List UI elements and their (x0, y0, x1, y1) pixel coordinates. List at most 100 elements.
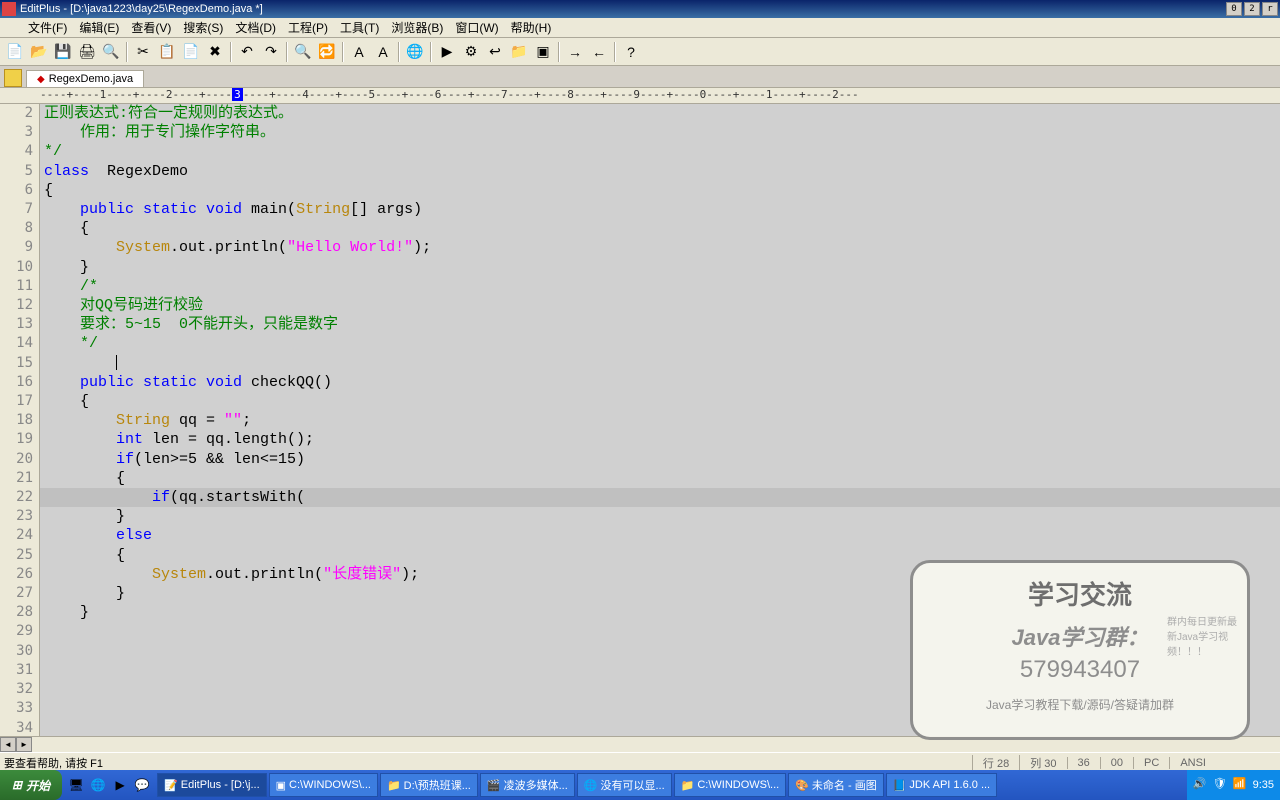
ql-browser-icon[interactable]: 🌐 (88, 774, 108, 796)
menu-工程P[interactable]: 工程(P) (282, 17, 334, 38)
menu-文档D[interactable]: 文档(D) (229, 17, 282, 38)
taskbar-item[interactable]: ▣C:\WINDOWS\... (269, 773, 378, 797)
code-line[interactable]: } (40, 584, 1280, 603)
compile-icon[interactable]: ⚙ (460, 41, 482, 63)
menu-搜索S[interactable]: 搜索(S) (177, 17, 229, 38)
browser-icon[interactable]: 🌐 (404, 41, 426, 63)
font-italic-icon[interactable]: A (372, 41, 394, 63)
delete-icon[interactable]: ✖ (204, 41, 226, 63)
code-line[interactable]: 正则表达式:符合一定规则的表达式。 (40, 104, 1280, 123)
find-icon[interactable]: 🔍 (292, 41, 314, 63)
restore-button[interactable]: 2 (1244, 2, 1260, 16)
code-line[interactable]: int len = qq.length(); (40, 430, 1280, 449)
open-icon[interactable]: 📂 (28, 41, 50, 63)
code-line[interactable]: if(qq.startsWith( (40, 488, 1280, 507)
save-icon[interactable]: 💾 (52, 41, 74, 63)
code-area[interactable]: 正则表达式:符合一定规则的表达式。 作用：用于专门操作字符串。*/class R… (40, 104, 1280, 736)
file-tab[interactable]: ◆ RegexDemo.java (26, 70, 144, 87)
start-button[interactable]: ⊞ 开始 (0, 770, 62, 800)
paste-icon[interactable]: 📄 (180, 41, 202, 63)
task-icon: ▣ (276, 779, 286, 792)
minimize-button[interactable]: 0 (1226, 2, 1242, 16)
line-number: 8 (0, 219, 33, 238)
cut-icon[interactable]: ✂ (132, 41, 154, 63)
font-bold-icon[interactable]: A (348, 41, 370, 63)
menu-窗口W[interactable]: 窗口(W) (449, 17, 504, 38)
ql-desktop-icon[interactable]: 🖥 (66, 774, 86, 796)
taskbar-item[interactable]: 🎬凌波多媒体... (480, 773, 575, 797)
ql-chat-icon[interactable]: 💬 (132, 774, 152, 796)
tray-shield-icon[interactable]: 🛡 (1213, 777, 1229, 793)
code-line[interactable]: { (40, 392, 1280, 411)
preview-icon[interactable]: 🔍 (100, 41, 122, 63)
line-number: 13 (0, 315, 33, 334)
taskbar-item[interactable]: 📘JDK API 1.6.0 ... (886, 773, 997, 797)
word-wrap-icon[interactable]: ↩ (484, 41, 506, 63)
tray-volume-icon[interactable]: 🔊 (1193, 777, 1209, 793)
code-line[interactable]: String qq = ""; (40, 411, 1280, 430)
code-line[interactable]: /* (40, 277, 1280, 296)
line-number: 18 (0, 411, 33, 430)
close-button[interactable]: r (1262, 2, 1278, 16)
line-number: 3 (0, 123, 33, 142)
ql-media-icon[interactable]: ▶ (110, 774, 130, 796)
horizontal-scrollbar[interactable]: ◄ ► (0, 736, 1280, 752)
scroll-left-icon[interactable]: ◄ (0, 737, 16, 752)
taskbar-item[interactable]: 📁C:\WINDOWS\... (674, 773, 787, 797)
replace-icon[interactable]: 🔁 (316, 41, 338, 63)
code-line[interactable]: } (40, 507, 1280, 526)
code-line[interactable]: class RegexDemo (40, 162, 1280, 181)
code-line[interactable]: { (40, 469, 1280, 488)
code-line[interactable]: */ (40, 334, 1280, 353)
run-icon[interactable]: ▶ (436, 41, 458, 63)
help-icon[interactable]: ? (620, 41, 642, 63)
redo-icon[interactable]: ↷ (260, 41, 282, 63)
taskbar-item[interactable]: 📝EditPlus - [D:\j... (157, 773, 267, 797)
code-line[interactable]: public static void main(String[] args) (40, 200, 1280, 219)
new-icon[interactable]: 📄 (4, 41, 26, 63)
undo-icon[interactable]: ↶ (236, 41, 258, 63)
code-line[interactable]: 作用：用于专门操作字符串。 (40, 123, 1280, 142)
code-line[interactable]: System.out.println("长度错误"); (40, 565, 1280, 584)
code-line[interactable]: System.out.println("Hello World!"); (40, 238, 1280, 257)
code-line[interactable]: if(len>=5 && len<=15) (40, 450, 1280, 469)
code-line[interactable]: { (40, 219, 1280, 238)
taskbar-item[interactable]: 🎨未命名 - 画图 (788, 773, 883, 797)
task-label: 凌波多媒体... (504, 777, 568, 793)
code-line[interactable]: } (40, 603, 1280, 622)
code-line[interactable]: public static void checkQQ() (40, 373, 1280, 392)
folder-icon[interactable]: 📁 (508, 41, 530, 63)
code-line[interactable] (40, 354, 1280, 373)
scroll-right-icon[interactable]: ► (16, 737, 32, 752)
folder-icon[interactable] (4, 69, 22, 87)
menu-文件F[interactable]: 文件(F) (22, 17, 73, 38)
indent-icon[interactable]: → (564, 41, 586, 63)
line-number: 9 (0, 238, 33, 257)
system-tray[interactable]: 🔊 🛡 📶 9:35 (1187, 770, 1280, 800)
menu-帮助H[interactable]: 帮助(H) (505, 17, 558, 38)
quick-launch: 🖥 🌐 ▶ 💬 (62, 774, 156, 796)
terminal-icon[interactable]: ▣ (532, 41, 554, 63)
print-icon[interactable]: 🖨 (76, 41, 98, 63)
menu-编辑E[interactable]: 编辑(E) (73, 17, 125, 38)
code-line[interactable]: 要求：5~15 0不能开头，只能是数字 (40, 315, 1280, 334)
outdent-icon[interactable]: ← (588, 41, 610, 63)
code-line[interactable]: 对QQ号码进行校验 (40, 296, 1280, 315)
taskbar-item[interactable]: 🌐没有可以显... (577, 773, 672, 797)
tray-network-icon[interactable]: 📶 (1233, 777, 1249, 793)
code-line[interactable]: { (40, 546, 1280, 565)
menu-浏览器B[interactable]: 浏览器(B) (385, 17, 449, 38)
copy-icon[interactable]: 📋 (156, 41, 178, 63)
line-number-gutter: 2345678910111213141516171819202122232425… (0, 104, 40, 736)
line-number: 24 (0, 526, 33, 545)
editor[interactable]: 2345678910111213141516171819202122232425… (0, 104, 1280, 736)
code-line[interactable]: { (40, 181, 1280, 200)
task-label: C:\WINDOWS\... (289, 779, 371, 791)
menu-工具T[interactable]: 工具(T) (334, 17, 385, 38)
menu-查看V[interactable]: 查看(V) (125, 17, 177, 38)
tray-clock[interactable]: 9:35 (1253, 779, 1274, 791)
code-line[interactable]: else (40, 526, 1280, 545)
taskbar-item[interactable]: 📁D:\预热班课... (380, 773, 478, 797)
code-line[interactable]: } (40, 258, 1280, 277)
code-line[interactable]: */ (40, 142, 1280, 161)
